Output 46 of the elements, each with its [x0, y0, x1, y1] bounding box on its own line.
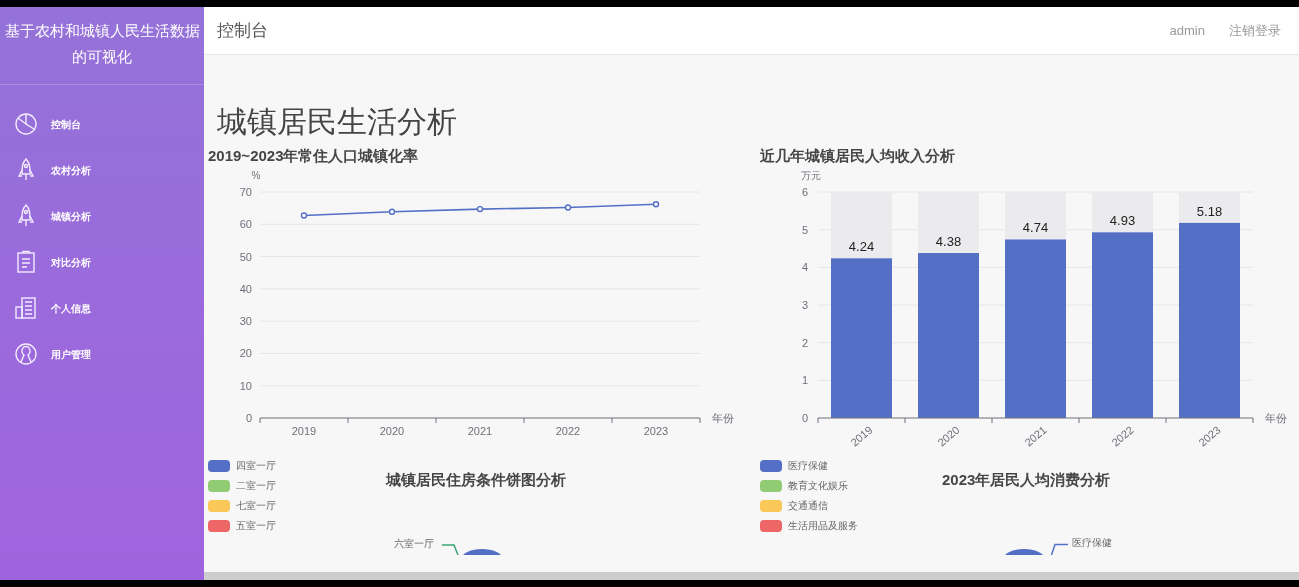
- username: admin: [1169, 21, 1205, 40]
- axis-tick-label: 2022: [555, 425, 581, 437]
- axis-name-label: 年份: [1265, 412, 1287, 424]
- bar-value-label: 4.24: [848, 239, 875, 255]
- axis-tick-label: 0: [245, 412, 252, 424]
- header-title: 控制台: [217, 19, 268, 42]
- legend-label: 交通通信: [788, 499, 828, 513]
- legend-label: 医疗保健: [788, 459, 828, 473]
- legend-label: 四室一厅: [236, 459, 276, 473]
- axis-tick-label: 6: [801, 186, 808, 198]
- legend-label: 五室一厅: [236, 519, 276, 533]
- axis-tick-label: 10: [239, 379, 252, 392]
- bar-value-label: 5.18: [1196, 203, 1223, 219]
- axis-tick-label: 50: [239, 250, 252, 263]
- axis-tick-label: 2: [801, 336, 808, 349]
- axis-unit-label: %: [251, 170, 261, 181]
- axis-tick-label: 70: [239, 186, 252, 198]
- axis-tick-label: 60: [239, 218, 252, 231]
- page-title: 城镇居民生活分析: [217, 104, 458, 140]
- legend-label: 生活用品及服务: [788, 519, 858, 533]
- axis-tick-label: 2021: [467, 425, 493, 437]
- slice-label: 医疗保健: [1072, 537, 1112, 549]
- chart-title: 近几年城镇居民人均收入分析: [760, 146, 956, 166]
- axis-tick-label: 40: [239, 282, 252, 295]
- bar-value-label: 4.93: [1109, 213, 1136, 229]
- chart-title: 2019~2023年常住人口城镇化率: [208, 146, 420, 166]
- axis-name-label: 年份: [712, 412, 734, 424]
- axis-tick-label: 2023: [643, 425, 669, 437]
- chart-title: 城镇居民住房条件饼图分析: [386, 470, 566, 490]
- axis-tick-label: 4: [801, 261, 808, 274]
- axis-tick-label: 5: [801, 223, 808, 236]
- axis-tick-label: 3: [801, 299, 808, 311]
- axis-tick-label: 2019: [291, 425, 317, 437]
- bar-value-label: 4.74: [1022, 220, 1049, 236]
- axis-tick-label: 30: [239, 315, 252, 328]
- legend-label: 教育文化娱乐: [788, 479, 848, 493]
- legend-label: 二室一厅: [236, 479, 276, 493]
- bar-value-label: 4.38: [935, 234, 962, 249]
- axis-tick-label: 20: [239, 347, 252, 360]
- legend-label: 七室一厅: [236, 499, 276, 513]
- axis-tick-label: 0: [801, 412, 808, 424]
- axis-tick-label: 2020: [379, 425, 405, 437]
- axis-tick-label: 1: [801, 374, 808, 387]
- slice-label: 六室一厅: [394, 538, 434, 550]
- axis-unit-label: 万元: [801, 170, 821, 181]
- chart-title: 2023年居民人均消费分析: [942, 470, 1111, 490]
